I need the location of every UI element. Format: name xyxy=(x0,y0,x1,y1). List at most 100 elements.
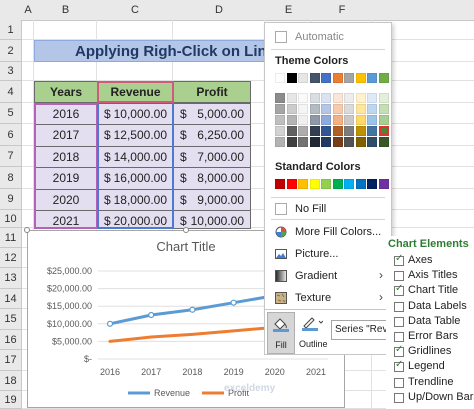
profit-cell[interactable]: $5,000.00 xyxy=(173,103,251,125)
theme-color-swatch[interactable] xyxy=(367,104,377,114)
chart-element-label[interactable]: Data Labels xyxy=(408,300,467,312)
theme-color-swatch[interactable] xyxy=(286,137,297,147)
chart-element-checkbox[interactable] xyxy=(394,316,404,327)
row-header-17[interactable]: 17 xyxy=(0,350,22,371)
theme-color-swatch[interactable] xyxy=(286,104,297,114)
theme-color-swatch[interactable] xyxy=(309,115,320,125)
theme-color-swatch[interactable] xyxy=(378,73,389,83)
theme-color-swatch[interactable] xyxy=(332,93,343,103)
standard-color-swatch[interactable] xyxy=(332,179,343,189)
theme-color-swatch[interactable] xyxy=(367,126,377,136)
chart-element-checkbox[interactable] xyxy=(394,253,404,266)
column-header-d[interactable]: D xyxy=(173,0,266,21)
profit-cell[interactable]: $8,000.00 xyxy=(173,167,251,190)
theme-color-swatch[interactable] xyxy=(332,104,343,114)
row-header-2[interactable]: 2 xyxy=(0,40,22,62)
theme-color-swatch[interactable] xyxy=(321,126,331,136)
fill-button[interactable]: Fill xyxy=(267,312,295,354)
theme-color-swatch[interactable] xyxy=(367,115,377,125)
row-header-7[interactable]: 7 xyxy=(0,146,22,167)
theme-color-swatch[interactable] xyxy=(355,126,366,136)
theme-color-swatch[interactable] xyxy=(298,115,308,125)
theme-color-swatch[interactable] xyxy=(378,137,389,147)
theme-color-swatch[interactable] xyxy=(378,104,389,114)
automatic-swatch[interactable] xyxy=(275,31,287,43)
chart-element-label[interactable]: Gridlines xyxy=(408,345,451,357)
row-header-6[interactable]: 6 xyxy=(0,124,22,146)
theme-color-swatch[interactable] xyxy=(286,93,297,103)
theme-color-swatch[interactable] xyxy=(286,126,297,136)
more-fill-colors-option[interactable]: More Fill Colors... xyxy=(295,226,381,238)
theme-color-swatch[interactable] xyxy=(321,104,331,114)
row-header-9[interactable]: 9 xyxy=(0,189,22,210)
standard-color-swatch[interactable] xyxy=(321,179,331,189)
theme-color-swatch[interactable] xyxy=(367,93,377,103)
theme-color-swatch[interactable] xyxy=(309,73,320,83)
theme-color-swatch[interactable] xyxy=(309,137,320,147)
theme-color-swatch[interactable] xyxy=(332,137,343,147)
theme-color-swatch[interactable] xyxy=(275,137,285,147)
outline-button[interactable]: Outline xyxy=(299,312,328,354)
theme-color-swatch[interactable] xyxy=(378,93,389,103)
theme-color-swatch[interactable] xyxy=(344,126,354,136)
column-header-e[interactable]: E xyxy=(265,0,313,21)
chart-element-checkbox[interactable] xyxy=(394,344,404,358)
chart-element-label[interactable]: Up/Down Bars xyxy=(408,391,474,403)
row-header-13[interactable]: 13 xyxy=(0,268,22,289)
chart-element-label[interactable]: Axis Titles xyxy=(408,269,458,281)
chart-element-checkbox[interactable] xyxy=(394,332,404,342)
theme-color-swatch[interactable] xyxy=(321,73,331,83)
row-header-8[interactable]: 8 xyxy=(0,167,22,189)
profit-cell[interactable]: $7,000.00 xyxy=(173,146,251,168)
chart-element-label[interactable]: Axes xyxy=(408,254,432,266)
theme-color-swatch[interactable] xyxy=(298,93,308,103)
row-header-1[interactable]: 1 xyxy=(0,20,22,40)
chart-element-checkbox[interactable] xyxy=(394,271,404,282)
theme-color-swatch[interactable] xyxy=(298,104,308,114)
table-header-profit[interactable]: Profit xyxy=(173,81,251,103)
standard-color-swatch[interactable] xyxy=(344,179,354,189)
row-header-12[interactable]: 12 xyxy=(0,248,22,268)
theme-color-swatch[interactable] xyxy=(298,73,308,83)
table-header-years[interactable]: Years xyxy=(34,81,98,103)
theme-color-swatch[interactable] xyxy=(355,137,366,147)
theme-color-swatch[interactable] xyxy=(355,104,366,114)
theme-color-swatch[interactable] xyxy=(286,73,297,83)
row-header-11[interactable]: 11 xyxy=(0,228,22,248)
chart-element-checkbox[interactable] xyxy=(394,283,404,297)
standard-color-swatch[interactable] xyxy=(298,179,308,189)
chart-resize-handle-tm[interactable] xyxy=(183,227,189,233)
no-fill-swatch[interactable] xyxy=(275,203,287,215)
theme-color-swatch[interactable] xyxy=(332,115,343,125)
theme-color-swatch[interactable] xyxy=(355,73,366,83)
selected-theme-color-swatch[interactable] xyxy=(378,126,389,136)
chart-element-checkbox[interactable] xyxy=(394,377,404,388)
sheet-title-cell[interactable]: Applying Righ-Click on Lin xyxy=(34,40,266,62)
chart-element-label[interactable]: Legend xyxy=(408,360,445,372)
chart-element-checkbox[interactable] xyxy=(394,359,404,373)
no-fill-option[interactable]: No Fill xyxy=(295,203,326,215)
standard-color-swatch[interactable] xyxy=(275,179,285,189)
theme-color-swatch[interactable] xyxy=(286,115,297,125)
column-header-b[interactable]: B xyxy=(34,0,98,21)
theme-color-swatch[interactable] xyxy=(344,115,354,125)
theme-color-swatch[interactable] xyxy=(275,104,285,114)
column-header-c[interactable]: C xyxy=(97,0,174,21)
theme-color-swatch[interactable] xyxy=(344,104,354,114)
theme-color-swatch[interactable] xyxy=(298,126,308,136)
theme-color-swatch[interactable] xyxy=(332,73,343,83)
theme-color-swatch[interactable] xyxy=(275,115,285,125)
profit-cell[interactable]: $9,000.00 xyxy=(173,189,251,211)
theme-color-swatch[interactable] xyxy=(275,73,285,83)
chart-element-label[interactable]: Data Table xyxy=(408,315,460,327)
theme-color-swatch[interactable] xyxy=(309,126,320,136)
texture-option[interactable]: Texture xyxy=(295,292,331,304)
theme-color-swatch[interactable] xyxy=(321,93,331,103)
theme-color-swatch[interactable] xyxy=(355,115,366,125)
row-header-18[interactable]: 18 xyxy=(0,371,22,391)
theme-color-swatch[interactable] xyxy=(355,93,366,103)
chart-element-checkbox[interactable] xyxy=(394,301,404,312)
row-header-16[interactable]: 16 xyxy=(0,330,22,350)
theme-color-swatch[interactable] xyxy=(367,137,377,147)
chart-resize-handle-tl[interactable] xyxy=(24,227,30,233)
